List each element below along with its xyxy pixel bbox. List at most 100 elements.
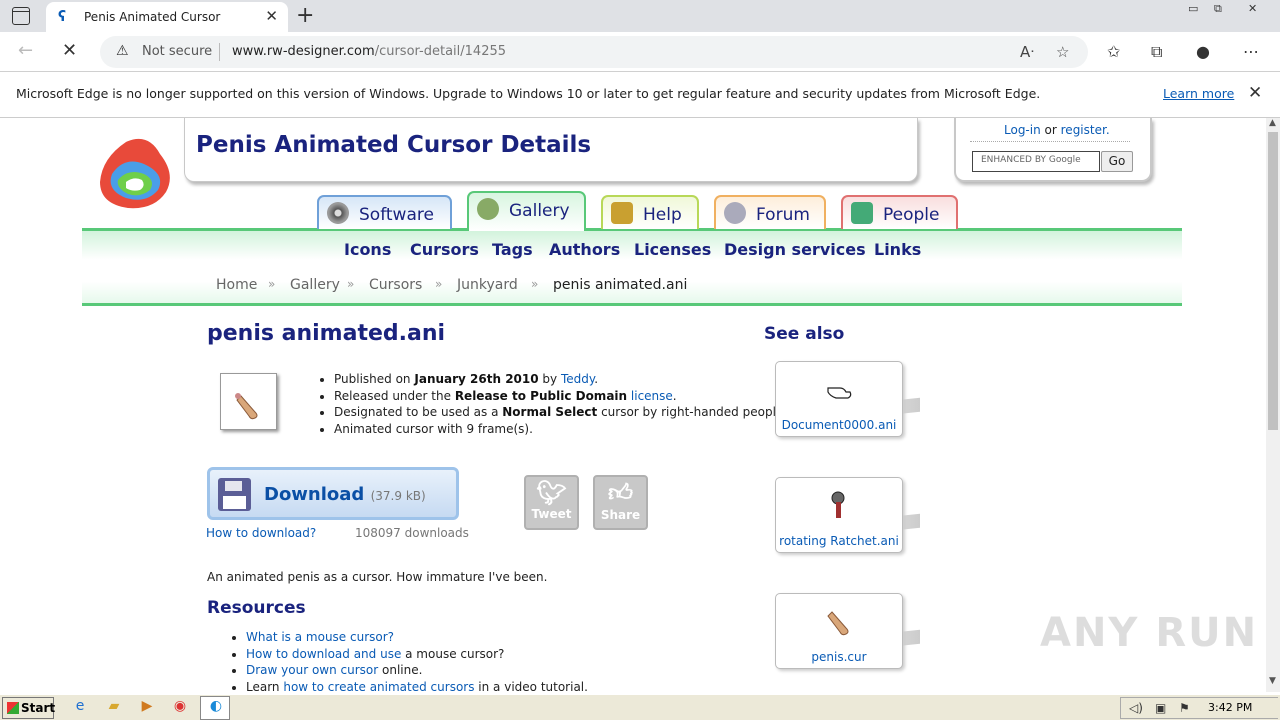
download-button[interactable]: Download (37.9 kB) [207, 467, 459, 520]
subnav-cursors[interactable]: Cursors [410, 240, 479, 259]
profile-avatar-icon[interactable]: ● [1196, 42, 1210, 61]
start-button[interactable]: Start [2, 697, 55, 719]
cursor-preview-icon [235, 393, 258, 420]
cursor-facts: Published on January 26th 2010 by Teddy.… [320, 372, 787, 438]
restore-icon[interactable]: ⧉ [1214, 2, 1222, 16]
more-options-icon[interactable]: ⋯ [1243, 42, 1259, 61]
subnav-links[interactable]: Links [874, 240, 921, 259]
tweet-button[interactable]: 🐦︎ Tweet [524, 475, 579, 530]
site-logo-icon[interactable] [96, 134, 180, 212]
cursor-heading: penis animated.ani [207, 321, 446, 346]
tab-help[interactable]: Help [601, 195, 699, 229]
resource-link[interactable]: How to download and use [246, 647, 401, 661]
resources-list: What is a mouse cursor? How to download … [232, 630, 588, 692]
tab-forum[interactable]: Forum [714, 195, 826, 229]
subnav-tags[interactable]: Tags [492, 240, 533, 259]
internet-explorer-icon[interactable]: e [70, 698, 90, 718]
warning-icon[interactable]: ⚠ [116, 43, 129, 59]
list-item: Learn how to create animated cursors in … [246, 680, 588, 693]
notice-close-icon[interactable]: ✕ [1248, 83, 1262, 103]
page-content: Penis Animated Cursor Details Log-in or … [0, 118, 1266, 692]
easel-icon [477, 198, 499, 220]
subnav-design-services[interactable]: Design services [724, 240, 866, 259]
breadcrumb-current: penis animated.ani [553, 277, 688, 293]
search-go-button[interactable]: Go [1101, 151, 1133, 172]
tab-actions-icon[interactable] [12, 7, 30, 25]
list-item: How to download and use a mouse cursor? [246, 647, 588, 664]
subnav-icons[interactable]: Icons [344, 240, 391, 259]
how-to-download-link[interactable]: How to download? [206, 526, 316, 540]
not-secure-label[interactable]: Not secure [142, 44, 212, 59]
chrome-icon[interactable]: ◉ [170, 698, 190, 718]
subnav-licenses[interactable]: Licenses [634, 240, 711, 259]
login-divider [970, 141, 1130, 142]
anyrun-watermark: ANY RUN [1040, 610, 1259, 656]
add-favorite-icon[interactable]: ☆ [1056, 43, 1069, 61]
breadcrumb-separator-icon: » [435, 277, 443, 291]
cursor-preview [220, 373, 277, 430]
address-toolbar: ← ✕ ⚠ Not secure www.rw-designer.com/cur… [0, 32, 1280, 72]
thumbs-up-icon: 👍︎ [607, 479, 634, 507]
taskbar-clock[interactable]: 3:42 PM [1208, 701, 1252, 714]
url-text[interactable]: www.rw-designer.com/cursor-detail/14255 [232, 44, 506, 59]
browser-tab[interactable]: ʕ Penis Animated Cursor ✕ [46, 2, 288, 32]
download-label: Download (37.9 kB) [264, 484, 426, 505]
author-link[interactable]: Teddy [561, 372, 594, 386]
license-link[interactable]: license [631, 389, 673, 403]
list-item: What is a mouse cursor? [246, 630, 588, 647]
see-also-card[interactable]: Document0000.ani [775, 361, 903, 437]
read-aloud-icon[interactable]: Aᐧ [1020, 43, 1034, 61]
see-also-card[interactable]: penis.cur [775, 593, 903, 669]
ratchet-icon [831, 491, 845, 518]
breadcrumb-home[interactable]: Home [216, 277, 257, 293]
share-button[interactable]: 👍︎ Share [593, 475, 648, 530]
close-window-icon[interactable]: ✕ [1248, 2, 1257, 15]
windows-flag-icon [7, 702, 19, 714]
breadcrumb-cursors[interactable]: Cursors [369, 277, 422, 293]
scroll-down-icon[interactable]: ▼ [1269, 676, 1276, 686]
favorites-icon[interactable]: ✩ [1107, 42, 1120, 61]
resource-link[interactable]: What is a mouse cursor? [246, 630, 394, 644]
login-link[interactable]: Log-in [1004, 123, 1041, 137]
file-explorer-icon[interactable]: ▰ [104, 698, 124, 718]
microphone-icon [724, 202, 746, 224]
back-icon[interactable]: ← [18, 40, 33, 61]
address-bar[interactable]: ⚠ Not secure www.rw-designer.com/cursor-… [100, 36, 1088, 68]
see-also-card[interactable]: rotating Ratchet.ani [775, 477, 903, 553]
scroll-up-icon[interactable]: ▲ [1269, 118, 1276, 128]
volume-icon[interactable]: ◁) [1129, 701, 1143, 715]
network-icon[interactable]: ▣ [1155, 701, 1166, 715]
search-input[interactable]: ENHANCED BY Google [972, 151, 1100, 172]
subnav-authors[interactable]: Authors [549, 240, 620, 259]
site-favicon-icon: ʕ [58, 9, 67, 25]
breadcrumb-separator-icon: » [347, 277, 355, 291]
cd-icon [327, 202, 349, 224]
breadcrumb-gallery[interactable]: Gallery [290, 277, 340, 293]
tab-software[interactable]: Software [317, 195, 452, 229]
tab-people[interactable]: People [841, 195, 958, 229]
download-count: 108097 downloads [355, 526, 469, 540]
edge-taskbar-button[interactable]: ◐ [200, 696, 230, 720]
new-tab-icon[interactable]: + [296, 3, 314, 28]
register-link[interactable]: register. [1061, 123, 1110, 137]
windows-taskbar: Start e ▰ ▶ ◉ ◐ ◁) ▣ ⚑ 3:42 PM [0, 694, 1280, 720]
media-player-icon[interactable]: ▶ [137, 698, 157, 718]
breadcrumb-junkyard[interactable]: Junkyard [457, 277, 518, 293]
stop-loading-icon[interactable]: ✕ [62, 40, 77, 61]
cursor-description: An animated penis as a cursor. How immat… [207, 570, 548, 584]
scroll-thumb[interactable] [1268, 132, 1278, 430]
browser-tab-strip: ʕ Penis Animated Cursor ✕ + ▭ ⧉ ✕ [0, 0, 1280, 32]
fact-frames: Animated cursor with 9 frame(s). [334, 422, 787, 439]
collections-icon[interactable]: ⧉ [1151, 42, 1162, 62]
page-title: Penis Animated Cursor Details [196, 132, 592, 158]
learn-more-link[interactable]: Learn more [1163, 86, 1234, 101]
resource-link[interactable]: how to create animated cursors [283, 680, 474, 693]
minimize-icon[interactable]: ▭ [1188, 2, 1198, 15]
resource-link[interactable]: Draw your own cursor [246, 663, 378, 677]
tab-gallery[interactable]: Gallery [467, 191, 586, 231]
action-center-flag-icon[interactable]: ⚑ [1179, 701, 1190, 715]
resources-heading: Resources [207, 598, 306, 618]
person-icon [851, 202, 873, 224]
page-scrollbar[interactable]: ▲ ▼ [1266, 118, 1280, 692]
tab-close-icon[interactable]: ✕ [265, 7, 278, 25]
